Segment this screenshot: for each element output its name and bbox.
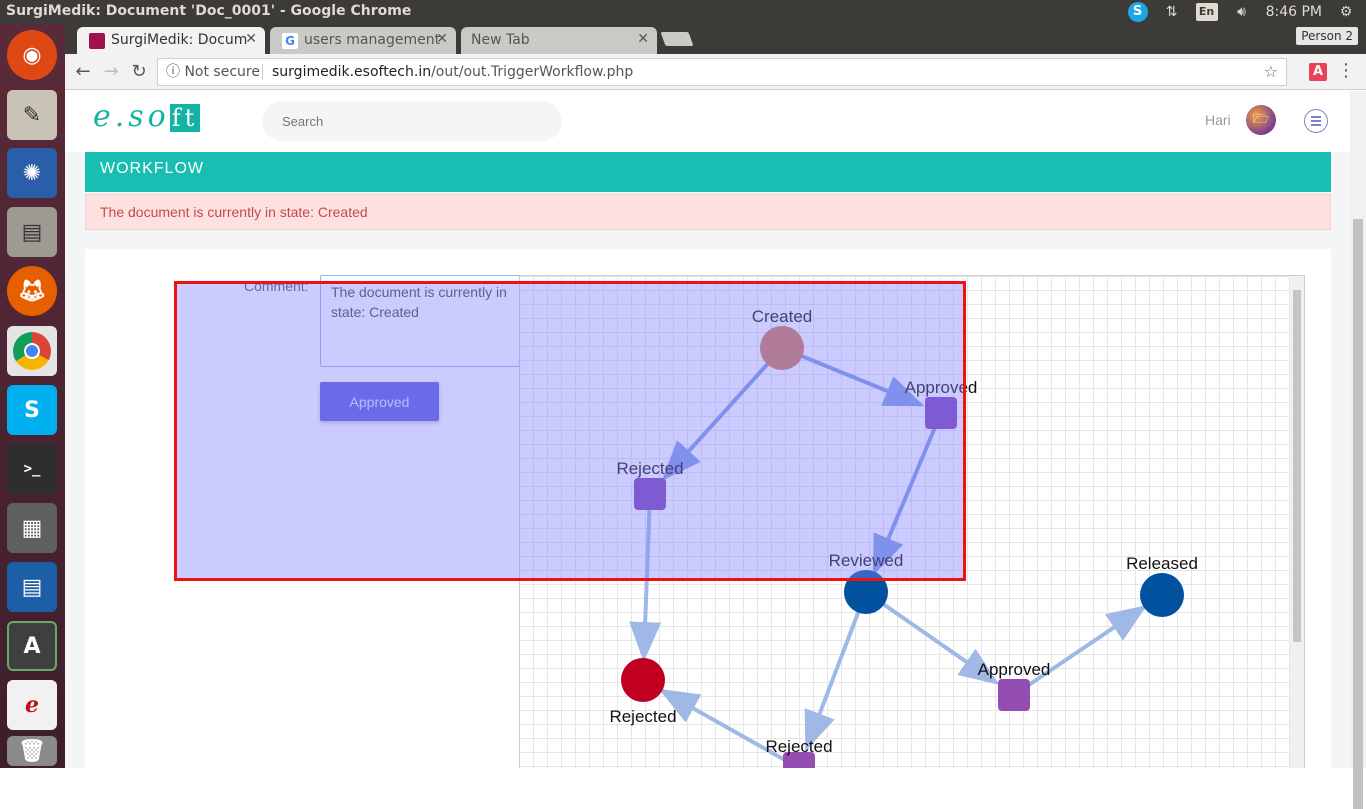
tab-label: SurgiMedik: Docum [111,32,248,48]
unity-launcher: ◉ ✎ ✺ ▤ 🦊︎ S >_ ▦ ▤ A ℯ 🗑︎ [0,24,65,768]
surgimedik-favicon-icon [89,33,105,49]
keyboard-layout-indicator[interactable]: En [1195,3,1218,21]
url-text: surgimedik.esoftech.in/out/out.TriggerWo… [272,59,633,85]
app-header: e.soft Hari 🗁︎ [65,91,1350,152]
os-top-bar: SurgiMedik: Document 'Doc_0001' - Google… [0,0,1366,24]
settings-gear-icon[interactable]: ⚙ [1336,2,1356,22]
address-bar[interactable]: ⓘ Not secure surgimedik.esoftech.in/out/… [157,58,1287,86]
node-label-rejected_state: Rejected [609,707,676,726]
logo-text: e.so [93,99,170,134]
user-name[interactable]: Hari [1205,112,1231,128]
back-arrow-icon[interactable]: ← [71,60,95,84]
node-shape-rejected_state[interactable] [621,658,665,702]
folder-avatar-icon[interactable]: 🗁︎ [1246,105,1276,135]
node-label-approved2: Approved [978,660,1051,679]
volume-icon[interactable]: 🔊︎ [1232,2,1252,22]
node-shape-approved2[interactable] [998,679,1030,711]
hamburger-menu-icon[interactable] [1304,109,1328,133]
graph-scroll-thumb[interactable] [1293,290,1301,642]
software-updater-icon[interactable]: A [7,621,57,671]
tab-label: users management [304,32,441,48]
clock[interactable]: 8:46 PM [1266,4,1322,20]
forward-arrow-icon[interactable]: → [99,60,123,84]
writer-icon[interactable]: ▤ [7,562,57,612]
node-rejected2[interactable]: Rejected [765,737,833,768]
tab-surgimedik[interactable]: SurgiMedik: Docum ✕ [77,27,265,54]
bookmark-star-icon[interactable]: ☆ [1264,59,1278,85]
ubuntu-dash-icon[interactable]: ◉ [7,30,57,80]
browser-toolbar: ← → ↻ ⓘ Not secure surgimedik.esoftech.i… [65,54,1366,90]
logo-box: ft [169,104,201,132]
profile-button[interactable]: Person 2 [1296,27,1358,45]
edge-reviewed-to-approved2 [864,590,1000,685]
security-indicator[interactable]: ⓘ Not secure [166,59,260,85]
pdf-viewer-icon[interactable]: ℯ [7,680,57,730]
page-scrollbar[interactable] [1350,91,1366,809]
skype-tray-icon[interactable]: S [1127,2,1148,22]
new-tab-button[interactable] [660,32,694,46]
search-input[interactable] [262,101,562,141]
graph-scrollbar[interactable] [1290,276,1304,768]
node-released[interactable]: Released [1126,554,1198,617]
edge-reviewed-to-rejected2 [804,591,868,752]
tab-users-management[interactable]: G users management ✕ [270,27,456,54]
edge-rejected2-to-rejected_state [658,688,800,768]
tab-new-tab[interactable]: New Tab ✕ [461,27,657,54]
extension-icon[interactable]: A [1309,63,1327,81]
file-manager-icon[interactable]: ▤ [7,207,57,257]
node-shape-released[interactable] [1140,573,1184,617]
google-favicon-icon: G [282,33,298,49]
system-tray: S ⇅ En 🔊︎ 8:46 PM ⚙ [1127,2,1356,22]
chrome-icon[interactable] [7,326,57,376]
tab-label: New Tab [471,32,530,48]
chrome-menu-icon[interactable]: ⋮ [1337,60,1355,81]
omnibox-divider [262,64,263,80]
edge-approved2-to-released [1012,605,1148,697]
security-text: Not secure [184,64,260,80]
workflow-heading: WORKFLOW [85,152,1331,192]
firefox-icon[interactable]: 🦊︎ [7,266,57,316]
window-title: SurgiMedik: Document 'Doc_0001' - Google… [6,3,412,19]
close-icon[interactable]: ✕ [245,31,257,47]
state-alert: The document is currently in state: Crea… [85,194,1331,230]
page-scroll-thumb[interactable] [1353,219,1363,809]
text-editor-icon[interactable]: ✎ [7,90,57,140]
node-label-released: Released [1126,554,1198,573]
close-icon[interactable]: ✕ [436,31,448,47]
trash-icon[interactable]: 🗑︎ [7,736,57,766]
selection-highlight [174,281,966,581]
close-icon[interactable]: ✕ [637,31,649,47]
node-approved2[interactable]: Approved [978,660,1051,711]
network-icon[interactable]: ⇅ [1162,2,1182,22]
shotwell-icon[interactable]: ✺ [7,148,57,198]
url-path: /out/out.TriggerWorkflow.php [431,64,634,80]
reload-icon[interactable]: ↻ [127,60,151,84]
url-host: surgimedik.esoftech.in [272,64,432,80]
browser-tab-strip: SurgiMedik: Docum ✕ G users management ✕… [65,24,1366,54]
node-label-rejected2: Rejected [765,737,832,756]
terminal-icon[interactable]: >_ [7,444,57,494]
esoft-logo[interactable]: e.soft [93,99,201,134]
calculator-icon[interactable]: ▦ [7,503,57,553]
skype-icon[interactable]: S [7,385,57,435]
page-viewport: e.soft Hari 🗁︎ WORKFLOW The document is … [65,91,1350,768]
